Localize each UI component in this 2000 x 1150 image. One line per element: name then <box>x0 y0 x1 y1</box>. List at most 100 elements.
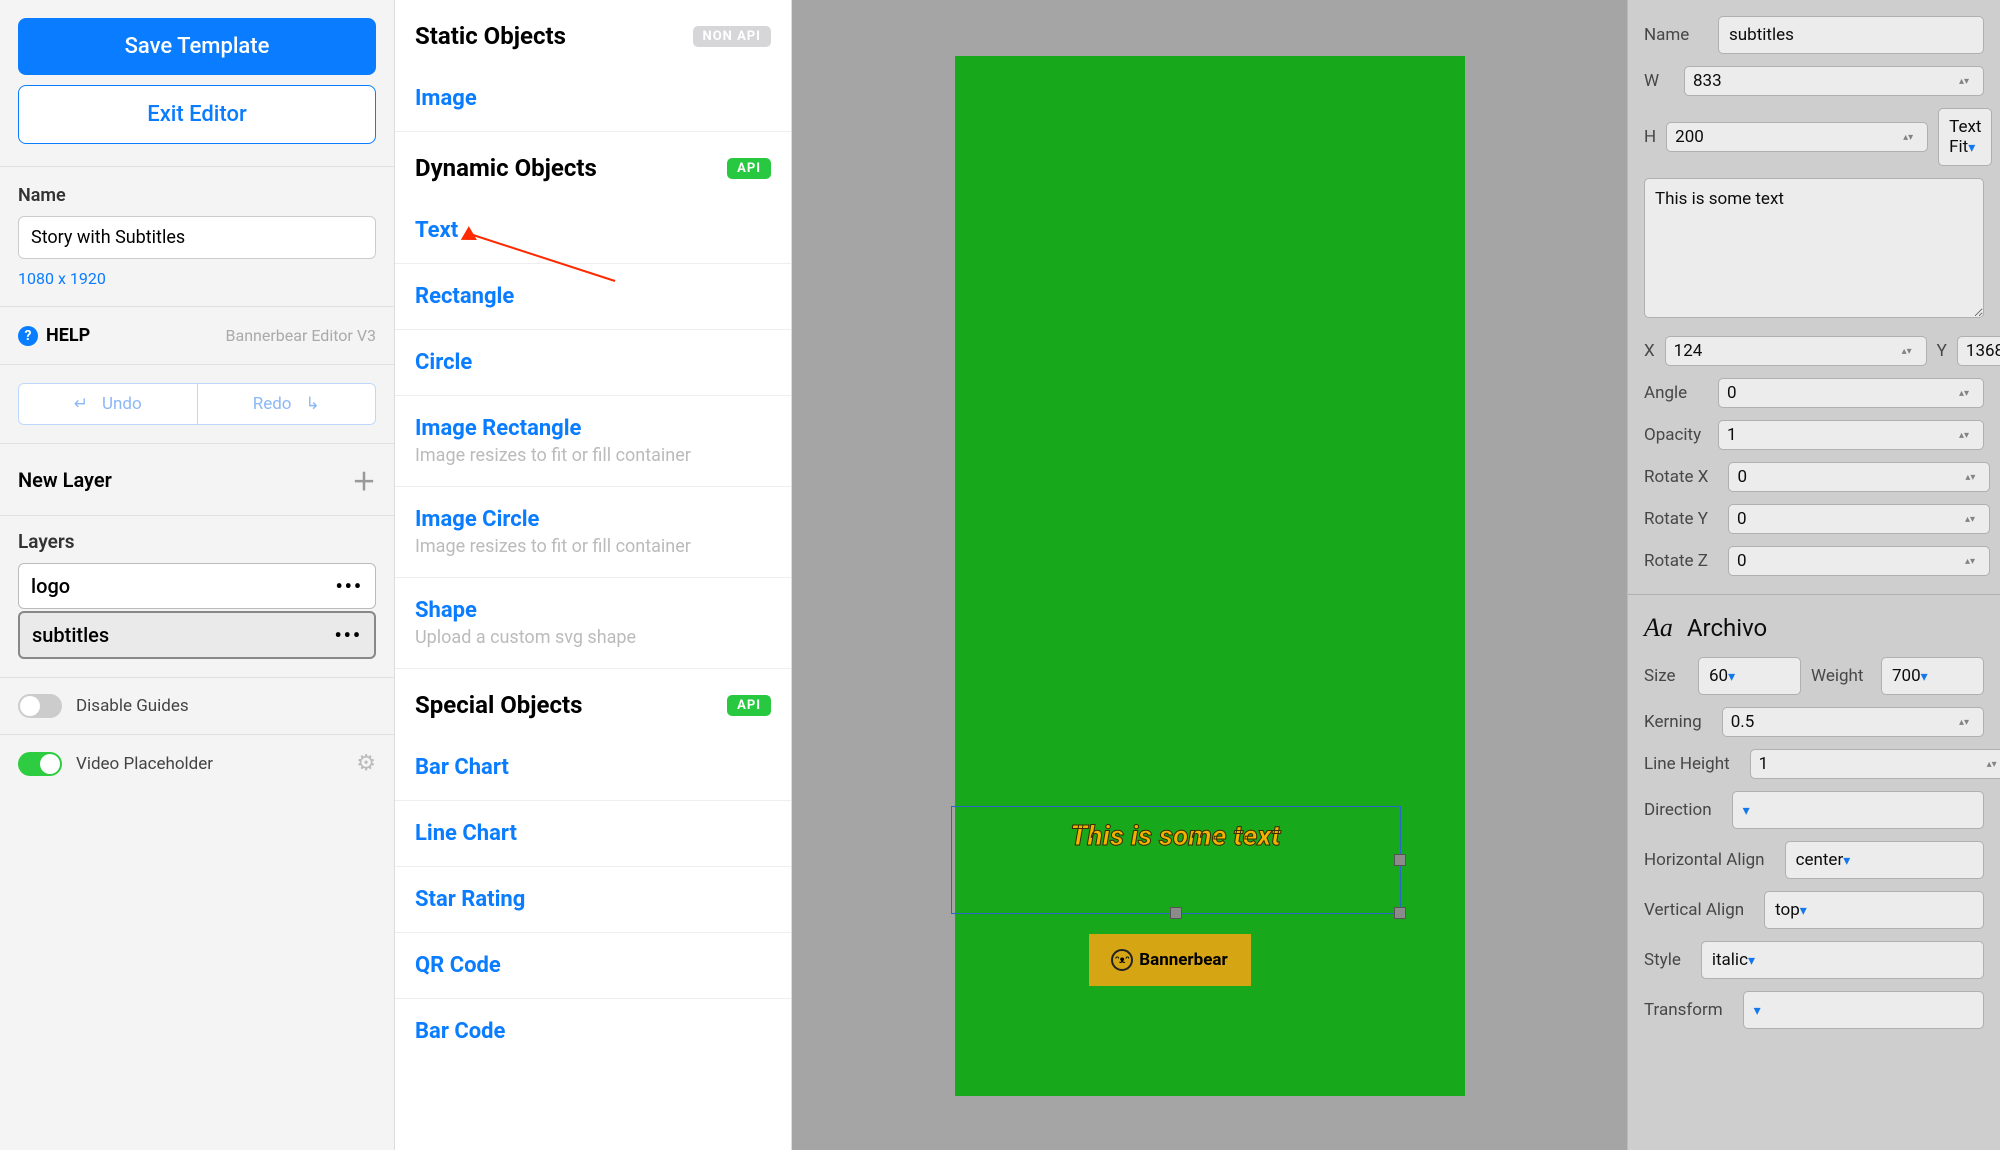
prop-kerning-label: Kerning <box>1644 712 1702 732</box>
prop-rotx-input[interactable] <box>1737 467 1959 487</box>
object-image[interactable]: Image <box>395 66 791 132</box>
stepper-icon[interactable]: ▴▾ <box>1959 556 1981 567</box>
stepper-icon[interactable]: ▴▾ <box>1959 514 1981 525</box>
resize-handle-right[interactable] <box>1394 854 1406 866</box>
stepper-icon[interactable]: ▴▾ <box>1896 346 1918 357</box>
template-name-input[interactable] <box>18 216 376 259</box>
prop-opacity-input[interactable] <box>1727 425 1953 445</box>
dimensions-link[interactable]: 1080 x 1920 <box>18 269 376 288</box>
prop-size-label: Size <box>1644 666 1688 686</box>
chevron-down-icon: ▾ <box>1754 1003 1761 1019</box>
bear-icon: ᵔᴥᵔ <box>1111 949 1133 971</box>
resize-handle-bottom-right[interactable] <box>1394 907 1406 919</box>
canvas[interactable]: This is some text ᵔᴥᵔ Bannerbear <box>955 56 1465 1096</box>
text-content-textarea[interactable]: This is some text <box>1644 178 1984 318</box>
object-rectangle[interactable]: Rectangle <box>395 264 791 330</box>
new-layer-label: New Layer <box>18 468 112 492</box>
object-circle[interactable]: Circle <box>395 330 791 396</box>
dynamic-objects-header: Dynamic Objects <box>415 154 597 182</box>
object-bar-code[interactable]: Bar Code <box>395 999 791 1064</box>
undo-button[interactable]: ↵Undo <box>19 384 198 424</box>
name-label: Name <box>18 185 376 206</box>
save-template-button[interactable]: Save Template <box>18 18 376 75</box>
stepper-icon[interactable]: ▴▾ <box>1953 430 1975 441</box>
layer-item-subtitles[interactable]: subtitles ••• <box>18 611 376 659</box>
prop-h-input[interactable] <box>1675 127 1897 147</box>
font-name: Archivo <box>1687 614 1767 642</box>
disable-guides-row: Disable Guides <box>0 677 394 734</box>
object-line-chart[interactable]: Line Chart <box>395 801 791 867</box>
prop-y-input[interactable] <box>1966 341 2000 361</box>
prop-angle-label: Angle <box>1644 383 1708 403</box>
size-select[interactable]: 60▾ <box>1698 657 1801 695</box>
weight-select[interactable]: 700▾ <box>1881 657 1984 695</box>
prop-opacity-label: Opacity <box>1644 425 1708 445</box>
chevron-down-icon: ▾ <box>1748 953 1755 969</box>
canvas-area[interactable]: This is some text ᵔᴥᵔ Bannerbear <box>792 0 1627 1150</box>
direction-select[interactable]: ▾ <box>1732 791 1984 829</box>
stepper-icon[interactable]: ▴▾ <box>1953 76 1975 87</box>
transform-select[interactable]: ▾ <box>1743 991 1984 1029</box>
logo-element[interactable]: ᵔᴥᵔ Bannerbear <box>1089 934 1251 986</box>
stepper-icon[interactable]: ▴▾ <box>1897 132 1919 143</box>
object-image-circle[interactable]: Image Circle Image resizes to fit or fil… <box>395 487 791 578</box>
new-layer-row: New Layer ＋ <box>0 443 394 515</box>
video-placeholder-label: Video Placeholder <box>76 754 213 774</box>
resize-handle-bottom[interactable] <box>1170 907 1182 919</box>
undo-icon: ↵ <box>74 394 88 414</box>
disable-guides-toggle[interactable] <box>18 694 62 718</box>
editor-version: Bannerbear Editor V3 <box>226 326 376 345</box>
special-objects-header: Special Objects <box>415 691 582 719</box>
redo-button[interactable]: Redo↳ <box>198 384 376 424</box>
layer-menu-icon[interactable]: ••• <box>335 574 363 598</box>
prop-w-label: W <box>1644 71 1674 91</box>
layer-menu-icon[interactable]: ••• <box>334 623 362 647</box>
valign-select[interactable]: top▾ <box>1764 891 1984 929</box>
object-image-rectangle[interactable]: Image Rectangle Image resizes to fit or … <box>395 396 791 487</box>
exit-editor-button[interactable]: Exit Editor <box>18 85 376 144</box>
properties-panel: Name W ▴▾ H ▴▾ Text Fit▾ ? This is some … <box>1627 0 2000 1150</box>
chevron-down-icon: ▾ <box>1968 140 1975 156</box>
help-icon[interactable]: ? <box>18 326 38 346</box>
prop-x-label: X <box>1644 341 1655 361</box>
stepper-icon[interactable]: ▴▾ <box>1981 759 2000 770</box>
name-section: Name 1080 x 1920 <box>0 166 394 306</box>
prop-lineheight-input[interactable] <box>1759 754 1981 774</box>
object-star-rating[interactable]: Star Rating <box>395 867 791 933</box>
prop-name-input[interactable] <box>1718 16 1984 54</box>
static-objects-header: Static Objects <box>415 22 566 50</box>
font-row[interactable]: Aa Archivo <box>1644 613 1984 643</box>
help-label[interactable]: HELP <box>46 325 90 346</box>
halign-select[interactable]: center▾ <box>1785 841 1984 879</box>
stepper-icon[interactable]: ▴▾ <box>1953 717 1975 728</box>
prop-w-input[interactable] <box>1693 71 1953 91</box>
object-bar-chart[interactable]: Bar Chart <box>395 735 791 801</box>
selected-text-element[interactable]: This is some text <box>951 806 1401 914</box>
prop-halign-label: Horizontal Align <box>1644 850 1765 870</box>
object-shape[interactable]: Shape Upload a custom svg shape <box>395 578 791 669</box>
stepper-icon[interactable]: ▴▾ <box>1959 472 1981 483</box>
prop-x-input[interactable] <box>1674 341 1896 361</box>
layer-item-label: logo <box>31 574 70 598</box>
object-qr-code[interactable]: QR Code <box>395 933 791 999</box>
prop-direction-label: Direction <box>1644 800 1712 820</box>
plus-icon[interactable]: ＋ <box>352 462 376 497</box>
prop-rotz-input[interactable] <box>1737 551 1959 571</box>
gear-icon[interactable]: ⚙ <box>356 751 376 776</box>
undo-redo-group: ↵Undo Redo↳ <box>18 383 376 425</box>
layers-label: Layers <box>18 530 376 553</box>
prop-kerning-input[interactable] <box>1731 712 1953 732</box>
prop-lineheight-label: Line Height <box>1644 754 1730 774</box>
prop-roty-input[interactable] <box>1737 509 1959 529</box>
video-placeholder-toggle[interactable] <box>18 752 62 776</box>
layer-item-logo[interactable]: logo ••• <box>18 563 376 609</box>
text-fit-select[interactable]: Text Fit▾ <box>1938 108 1992 166</box>
style-select[interactable]: italic▾ <box>1701 941 1984 979</box>
chevron-down-icon: ▾ <box>1728 669 1735 685</box>
layer-item-label: subtitles <box>32 623 109 647</box>
redo-icon: ↳ <box>306 394 320 414</box>
stepper-icon[interactable]: ▴▾ <box>1953 388 1975 399</box>
prop-angle-input[interactable] <box>1727 383 1953 403</box>
prop-valign-label: Vertical Align <box>1644 900 1744 920</box>
object-text[interactable]: Text <box>395 198 791 264</box>
